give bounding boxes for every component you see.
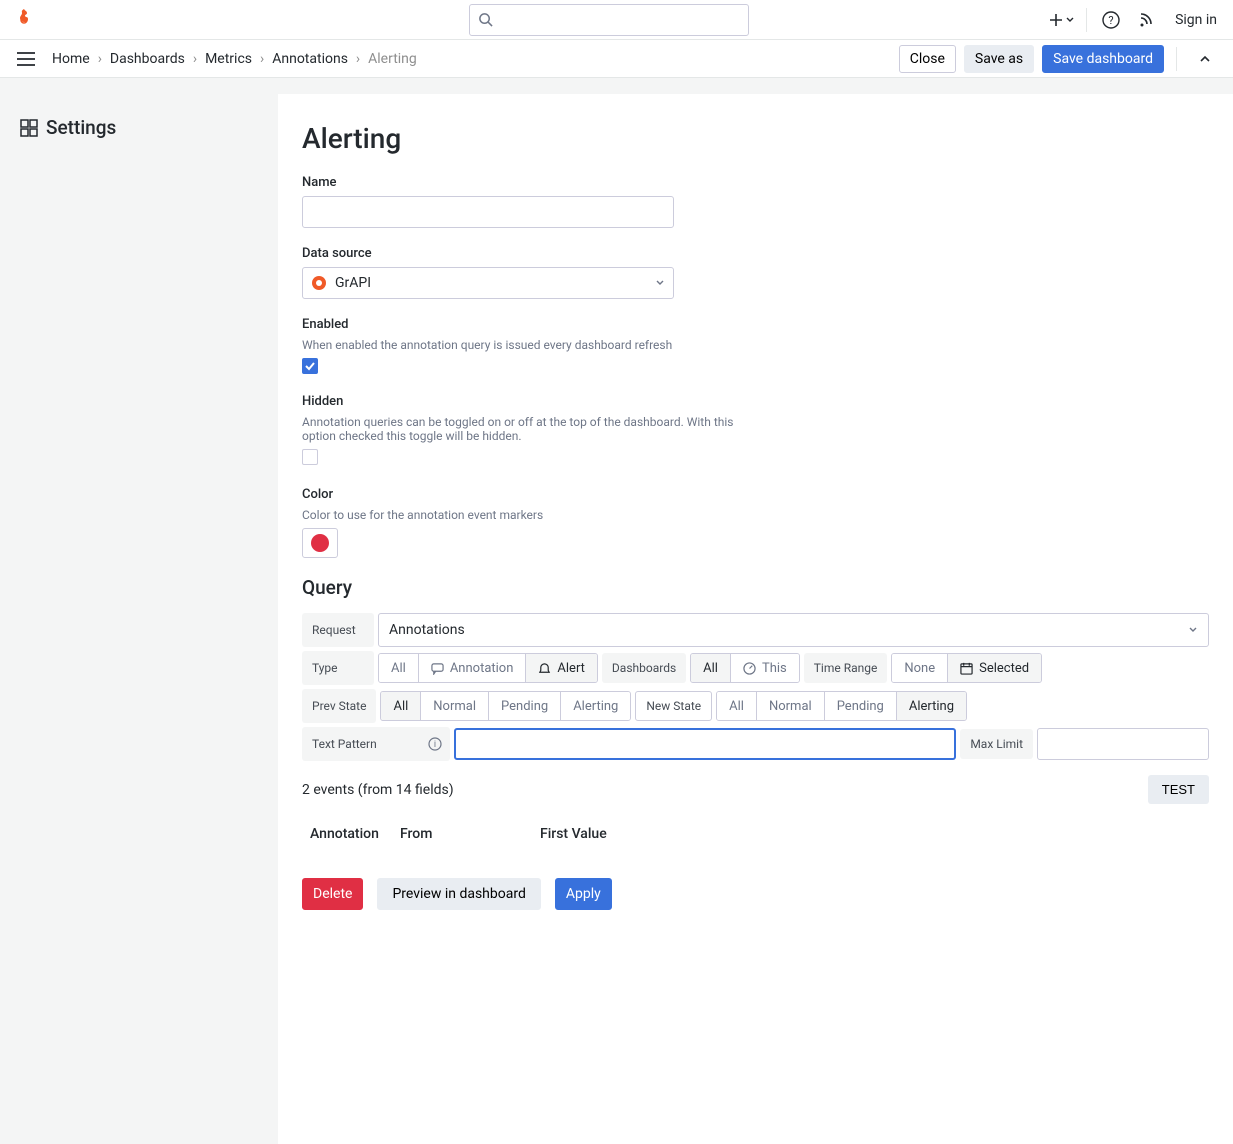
navbar: Home› Dashboards› Metrics› Annotations› …	[0, 40, 1233, 78]
color-label: Color	[302, 487, 1209, 502]
maxlimit-input[interactable]	[1037, 728, 1209, 760]
maxlimit-label: Max Limit	[960, 729, 1033, 759]
dashboards-this[interactable]: This	[730, 654, 799, 682]
hidden-checkbox[interactable]	[302, 449, 318, 465]
timerange-segments: None Selected	[891, 653, 1042, 683]
type-segments: All Annotation Alert	[378, 653, 598, 683]
new-pending[interactable]: Pending	[824, 692, 896, 720]
apps-icon	[20, 119, 38, 137]
chevron-down-icon	[1188, 625, 1198, 635]
menu-button[interactable]	[12, 45, 40, 73]
prev-normal[interactable]: Normal	[420, 692, 488, 720]
type-label: Type	[302, 651, 374, 685]
results-table: Annotation From First Value	[302, 818, 1209, 850]
col-firstvalue: First Value	[532, 818, 1209, 850]
breadcrumb-annotations[interactable]: Annotations	[272, 51, 348, 67]
test-button[interactable]: TEST	[1148, 775, 1209, 804]
breadcrumb-metrics[interactable]: Metrics	[205, 51, 252, 67]
color-desc: Color to use for the annotation event ma…	[302, 508, 1209, 522]
calendar-icon	[960, 662, 973, 675]
apply-button[interactable]: Apply	[555, 878, 612, 910]
breadcrumb-home[interactable]: Home	[52, 51, 90, 67]
timerange-none[interactable]: None	[892, 654, 947, 682]
enabled-label: Enabled	[302, 317, 1209, 332]
newstate-segments: All Normal Pending Alerting	[716, 691, 967, 721]
datasource-label: Data source	[302, 246, 1209, 261]
prevstate-label: Prev State	[302, 689, 376, 723]
close-button[interactable]: Close	[899, 45, 956, 73]
grafana-logo[interactable]	[12, 8, 36, 32]
hidden-label: Hidden	[302, 394, 1209, 409]
save-dashboard-button[interactable]: Save dashboard	[1042, 45, 1164, 73]
gauge-icon	[743, 662, 756, 675]
color-picker[interactable]	[302, 528, 338, 558]
hidden-desc: Annotation queries can be toggled on or …	[302, 415, 747, 443]
type-alert[interactable]: Alert	[525, 654, 597, 682]
enabled-checkbox[interactable]	[302, 358, 318, 374]
chevron-down-icon	[655, 278, 665, 288]
help-button[interactable]: ?	[1095, 4, 1127, 36]
dashboards-label: Dashboards	[602, 653, 686, 683]
collapse-button[interactable]	[1189, 43, 1221, 75]
breadcrumb-current: Alerting	[368, 51, 417, 67]
dashboards-segments: All This	[690, 653, 800, 683]
timerange-label: Time Range	[804, 653, 888, 683]
name-label: Name	[302, 175, 1209, 190]
prev-all[interactable]: All	[381, 692, 420, 720]
search-icon	[478, 12, 493, 27]
grafana-ds-icon	[311, 275, 327, 291]
add-button[interactable]	[1046, 4, 1078, 36]
timerange-selected[interactable]: Selected	[947, 654, 1041, 682]
topbar: ? Sign in	[0, 0, 1233, 40]
svg-text:i: i	[434, 740, 436, 750]
breadcrumbs: Home› Dashboards› Metrics› Annotations› …	[52, 51, 417, 67]
prev-alerting[interactable]: Alerting	[560, 692, 630, 720]
name-input[interactable]	[302, 196, 674, 228]
newstate-label: New State	[635, 691, 712, 721]
textpattern-label: Text Pattern i	[302, 727, 450, 761]
textpattern-input[interactable]	[454, 728, 956, 760]
request-label: Request	[302, 613, 374, 647]
signin-link[interactable]: Sign in	[1167, 12, 1225, 28]
new-normal[interactable]: Normal	[756, 692, 824, 720]
settings-sidebar: Settings	[0, 78, 278, 1144]
svg-text:?: ?	[1108, 14, 1113, 27]
sidebar-heading: Settings	[20, 116, 258, 139]
breadcrumb-dashboards[interactable]: Dashboards	[110, 51, 185, 67]
bell-icon	[538, 662, 551, 675]
delete-button[interactable]: Delete	[302, 878, 363, 910]
annotation-icon	[431, 662, 444, 675]
col-from: From	[392, 818, 532, 850]
type-all[interactable]: All	[379, 654, 418, 682]
preview-button[interactable]: Preview in dashboard	[377, 878, 540, 910]
type-annotation[interactable]: Annotation	[418, 654, 526, 682]
prev-pending[interactable]: Pending	[488, 692, 560, 720]
enabled-desc: When enabled the annotation query is iss…	[302, 338, 1209, 352]
request-select[interactable]: Annotations	[378, 613, 1209, 647]
search-input[interactable]	[499, 12, 740, 28]
info-icon[interactable]: i	[428, 737, 442, 751]
query-heading: Query	[302, 576, 1209, 599]
prevstate-segments: All Normal Pending Alerting	[380, 691, 631, 721]
news-button[interactable]	[1131, 4, 1163, 36]
new-alerting[interactable]: Alerting	[896, 692, 966, 720]
datasource-select[interactable]: GrAPI	[302, 267, 674, 299]
search-box[interactable]	[469, 4, 749, 36]
events-summary: 2 events (from 14 fields)	[302, 782, 454, 798]
dashboards-all[interactable]: All	[691, 654, 730, 682]
save-as-button[interactable]: Save as	[964, 45, 1034, 73]
main-content: Alerting Name Data source GrAPI Enabled …	[278, 94, 1233, 1144]
col-annotation: Annotation	[302, 818, 392, 850]
new-all[interactable]: All	[717, 692, 756, 720]
page-title: Alerting	[302, 122, 1209, 155]
